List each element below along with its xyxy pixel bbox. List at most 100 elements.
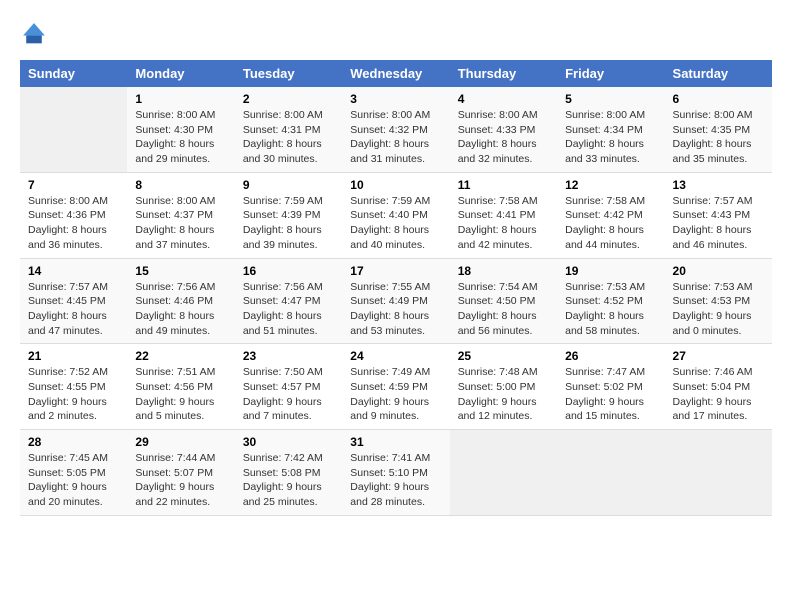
day-number: 13 bbox=[673, 178, 764, 192]
table-row: 25 Sunrise: 7:48 AMSunset: 5:00 PMDayligh… bbox=[450, 344, 557, 430]
day-number: 23 bbox=[243, 349, 334, 363]
day-number: 25 bbox=[458, 349, 549, 363]
day-info: Sunrise: 7:59 AMSunset: 4:39 PMDaylight:… bbox=[243, 194, 334, 253]
table-row: 19Sunrise: 7:53 AMSunset: 4:52 PMDayligh… bbox=[557, 258, 664, 344]
logo bbox=[20, 20, 52, 48]
day-number: 7 bbox=[28, 178, 119, 192]
day-number: 15 bbox=[135, 264, 226, 278]
table-row: 3 Sunrise: 8:00 AMSunset: 4:32 PMDaylight… bbox=[342, 87, 449, 172]
day-number: 18 bbox=[458, 264, 549, 278]
day-info: Sunrise: 7:49 AMSunset: 4:59 PMDaylight:… bbox=[350, 365, 441, 424]
table-row: 10Sunrise: 7:59 AMSunset: 4:40 PMDayligh… bbox=[342, 172, 449, 258]
day-info: Sunrise: 7:44 AMSunset: 5:07 PMDaylight:… bbox=[135, 451, 226, 510]
table-row: 30 Sunrise: 7:42 AMSunset: 5:08 PMDayligh… bbox=[235, 430, 342, 516]
day-info: Sunrise: 7:53 AMSunset: 4:52 PMDaylight:… bbox=[565, 280, 656, 339]
day-number: 5 bbox=[565, 92, 656, 106]
day-number: 30 bbox=[243, 435, 334, 449]
day-info: Sunrise: 8:00 AMSunset: 4:33 PMDaylight:… bbox=[458, 108, 549, 167]
day-number: 28 bbox=[28, 435, 119, 449]
week-row-3: 14 Sunrise: 7:57 AMSunset: 4:45 PMDayligh… bbox=[20, 258, 772, 344]
day-info: Sunrise: 8:00 AMSunset: 4:30 PMDaylight:… bbox=[135, 108, 226, 167]
day-number: 4 bbox=[458, 92, 549, 106]
day-number: 1 bbox=[135, 92, 226, 106]
day-info: Sunrise: 7:56 AMSunset: 4:47 PMDaylight:… bbox=[243, 280, 334, 339]
day-info: Sunrise: 8:00 AMSunset: 4:35 PMDaylight:… bbox=[673, 108, 764, 167]
table-row bbox=[450, 430, 557, 516]
day-info: Sunrise: 7:51 AMSunset: 4:56 PMDaylight:… bbox=[135, 365, 226, 424]
week-row-5: 28 Sunrise: 7:45 AMSunset: 5:05 PMDayligh… bbox=[20, 430, 772, 516]
day-number: 17 bbox=[350, 264, 441, 278]
header-friday: Friday bbox=[557, 60, 664, 87]
day-info: Sunrise: 8:00 AMSunset: 4:34 PMDaylight:… bbox=[565, 108, 656, 167]
day-number: 22 bbox=[135, 349, 226, 363]
day-info: Sunrise: 7:58 AMSunset: 4:41 PMDaylight:… bbox=[458, 194, 549, 253]
day-number: 8 bbox=[135, 178, 226, 192]
header-sunday: Sunday bbox=[20, 60, 127, 87]
table-row: 17 Sunrise: 7:55 AMSunset: 4:49 PMDayligh… bbox=[342, 258, 449, 344]
table-row: 8 Sunrise: 8:00 AMSunset: 4:37 PMDaylight… bbox=[127, 172, 234, 258]
day-info: Sunrise: 7:54 AMSunset: 4:50 PMDaylight:… bbox=[458, 280, 549, 339]
day-number: 16 bbox=[243, 264, 334, 278]
table-row bbox=[665, 430, 772, 516]
table-row: 7 Sunrise: 8:00 AMSunset: 4:36 PMDaylight… bbox=[20, 172, 127, 258]
day-info: Sunrise: 7:45 AMSunset: 5:05 PMDaylight:… bbox=[28, 451, 119, 510]
header-monday: Monday bbox=[127, 60, 234, 87]
table-row: 31 Sunrise: 7:41 AMSunset: 5:10 PMDayligh… bbox=[342, 430, 449, 516]
table-row: 9 Sunrise: 7:59 AMSunset: 4:39 PMDaylight… bbox=[235, 172, 342, 258]
day-info: Sunrise: 7:42 AMSunset: 5:08 PMDaylight:… bbox=[243, 451, 334, 510]
day-info: Sunrise: 7:52 AMSunset: 4:55 PMDaylight:… bbox=[28, 365, 119, 424]
table-row: 23 Sunrise: 7:50 AMSunset: 4:57 PMDayligh… bbox=[235, 344, 342, 430]
week-row-4: 21 Sunrise: 7:52 AMSunset: 4:55 PMDayligh… bbox=[20, 344, 772, 430]
day-number: 26 bbox=[565, 349, 656, 363]
logo-icon bbox=[20, 20, 48, 48]
day-number: 11 bbox=[458, 178, 549, 192]
table-row: 5 Sunrise: 8:00 AMSunset: 4:34 PMDaylight… bbox=[557, 87, 664, 172]
table-row: 4 Sunrise: 8:00 AMSunset: 4:33 PMDaylight… bbox=[450, 87, 557, 172]
day-number: 20 bbox=[673, 264, 764, 278]
calendar-table: SundayMondayTuesdayWednesdayThursdayFrid… bbox=[20, 60, 772, 516]
calendar-header-row: SundayMondayTuesdayWednesdayThursdayFrid… bbox=[20, 60, 772, 87]
table-row: 11 Sunrise: 7:58 AMSunset: 4:41 PMDayligh… bbox=[450, 172, 557, 258]
day-info: Sunrise: 7:41 AMSunset: 5:10 PMDaylight:… bbox=[350, 451, 441, 510]
table-row: 20 Sunrise: 7:53 AMSunset: 4:53 PMDayligh… bbox=[665, 258, 772, 344]
week-row-1: 1 Sunrise: 8:00 AMSunset: 4:30 PMDaylight… bbox=[20, 87, 772, 172]
day-number: 14 bbox=[28, 264, 119, 278]
header-wednesday: Wednesday bbox=[342, 60, 449, 87]
day-number: 2 bbox=[243, 92, 334, 106]
table-row: 18 Sunrise: 7:54 AMSunset: 4:50 PMDayligh… bbox=[450, 258, 557, 344]
table-row bbox=[20, 87, 127, 172]
day-number: 31 bbox=[350, 435, 441, 449]
header-thursday: Thursday bbox=[450, 60, 557, 87]
day-info: Sunrise: 7:47 AMSunset: 5:02 PMDaylight:… bbox=[565, 365, 656, 424]
day-number: 3 bbox=[350, 92, 441, 106]
day-number: 6 bbox=[673, 92, 764, 106]
week-row-2: 7 Sunrise: 8:00 AMSunset: 4:36 PMDaylight… bbox=[20, 172, 772, 258]
day-info: Sunrise: 8:00 AMSunset: 4:37 PMDaylight:… bbox=[135, 194, 226, 253]
page-header bbox=[20, 20, 772, 48]
day-number: 12 bbox=[565, 178, 656, 192]
day-info: Sunrise: 7:59 AMSunset: 4:40 PMDaylight:… bbox=[350, 194, 441, 253]
table-row: 6 Sunrise: 8:00 AMSunset: 4:35 PMDaylight… bbox=[665, 87, 772, 172]
table-row: 29 Sunrise: 7:44 AMSunset: 5:07 PMDayligh… bbox=[127, 430, 234, 516]
day-info: Sunrise: 7:48 AMSunset: 5:00 PMDaylight:… bbox=[458, 365, 549, 424]
table-row: 22 Sunrise: 7:51 AMSunset: 4:56 PMDayligh… bbox=[127, 344, 234, 430]
table-row: 26 Sunrise: 7:47 AMSunset: 5:02 PMDayligh… bbox=[557, 344, 664, 430]
day-info: Sunrise: 7:58 AMSunset: 4:42 PMDaylight:… bbox=[565, 194, 656, 253]
day-number: 21 bbox=[28, 349, 119, 363]
day-info: Sunrise: 7:55 AMSunset: 4:49 PMDaylight:… bbox=[350, 280, 441, 339]
table-row bbox=[557, 430, 664, 516]
day-info: Sunrise: 8:00 AMSunset: 4:36 PMDaylight:… bbox=[28, 194, 119, 253]
table-row: 15Sunrise: 7:56 AMSunset: 4:46 PMDayligh… bbox=[127, 258, 234, 344]
day-info: Sunrise: 7:57 AMSunset: 4:45 PMDaylight:… bbox=[28, 280, 119, 339]
day-info: Sunrise: 7:53 AMSunset: 4:53 PMDaylight:… bbox=[673, 280, 764, 339]
day-number: 29 bbox=[135, 435, 226, 449]
header-tuesday: Tuesday bbox=[235, 60, 342, 87]
day-info: Sunrise: 7:46 AMSunset: 5:04 PMDaylight:… bbox=[673, 365, 764, 424]
day-number: 27 bbox=[673, 349, 764, 363]
day-number: 9 bbox=[243, 178, 334, 192]
table-row: 24 Sunrise: 7:49 AMSunset: 4:59 PMDayligh… bbox=[342, 344, 449, 430]
day-info: Sunrise: 7:50 AMSunset: 4:57 PMDaylight:… bbox=[243, 365, 334, 424]
day-number: 24 bbox=[350, 349, 441, 363]
day-info: Sunrise: 8:00 AMSunset: 4:31 PMDaylight:… bbox=[243, 108, 334, 167]
day-info: Sunrise: 8:00 AMSunset: 4:32 PMDaylight:… bbox=[350, 108, 441, 167]
